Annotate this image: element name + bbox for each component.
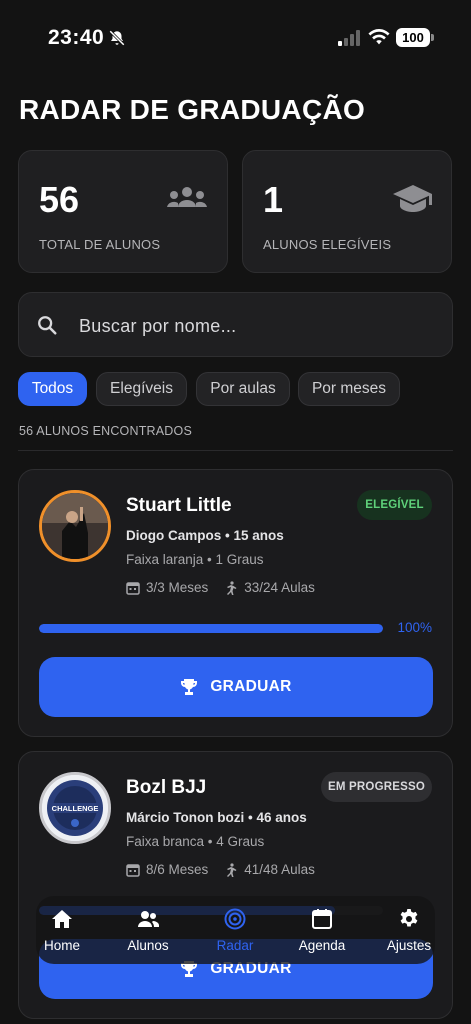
- avatar-logo-text: CHALLENGE: [52, 804, 99, 813]
- filter-chip-elegiveis[interactable]: Elegíveis: [96, 372, 187, 406]
- eligible-students-value: 1: [263, 179, 284, 220]
- nav-label: Alunos: [127, 938, 169, 953]
- radar-icon: [224, 908, 246, 930]
- student-meta: Márcio Tonon bozi • 46 anos: [126, 810, 307, 825]
- progress-percent: 100%: [397, 620, 432, 635]
- calendar-icon: [126, 581, 140, 595]
- results-count: 56 ALUNOS ENCONTRADOS: [19, 424, 192, 438]
- status-time: 23:40: [48, 26, 105, 49]
- total-students-value: 56: [39, 179, 80, 220]
- student-belt: Faixa branca • 4 Graus: [126, 834, 265, 849]
- nav-item-home[interactable]: Home: [27, 896, 97, 964]
- months-count: 3/3 Meses: [146, 580, 209, 595]
- nav-label: Agenda: [298, 938, 346, 953]
- filter-chip-por-aulas[interactable]: Por aulas: [196, 372, 290, 406]
- avatar: CHALLENGE: [39, 772, 111, 844]
- filter-chip-por-meses[interactable]: Por meses: [298, 372, 400, 406]
- martial-arts-icon: [227, 862, 237, 877]
- users-icon: [138, 911, 159, 927]
- home-icon: [52, 910, 72, 928]
- progress-bar: [39, 624, 383, 633]
- nav-item-alunos[interactable]: Alunos: [113, 896, 183, 964]
- search-box[interactable]: [18, 292, 453, 357]
- trophy-icon: [181, 679, 198, 695]
- student-belt: Faixa laranja • 1 Graus: [126, 552, 264, 567]
- divider: [18, 450, 453, 451]
- status-badge: EM PROGRESSO: [321, 772, 432, 802]
- eligible-students-label: ALUNOS ELEGÍVEIS: [263, 237, 392, 252]
- eligible-students-card: 1 ALUNOS ELEGÍVEIS: [242, 150, 452, 273]
- student-name: Bozl BJJ: [126, 777, 207, 798]
- student-card[interactable]: CHALLENGE Bozl BJJ EM PROGRESSO Márcio T…: [18, 751, 453, 1019]
- status-badge: ELEGÍVEL: [357, 490, 432, 520]
- bell-off-icon: [109, 30, 125, 46]
- calendar-icon: [126, 863, 140, 877]
- student-card[interactable]: Stuart Little ELEGÍVEL Diogo Campos • 15…: [18, 469, 453, 737]
- total-students-label: TOTAL DE ALUNOS: [39, 237, 161, 252]
- signal-icon: [338, 30, 360, 46]
- graduate-button[interactable]: GRADUAR: [39, 657, 433, 717]
- classes-count: 41/48 Aulas: [244, 862, 315, 877]
- student-name: Stuart Little: [126, 495, 232, 516]
- nav-item-ajustes[interactable]: Ajustes: [374, 896, 444, 964]
- nav-item-radar[interactable]: Radar: [200, 896, 270, 964]
- nav-item-agenda[interactable]: Agenda: [287, 896, 357, 964]
- battery-indicator: 100: [396, 28, 434, 47]
- users-icon: [167, 187, 207, 207]
- page-title: RADAR DE GRADUAÇÃO: [19, 94, 366, 125]
- nav-label: Home: [43, 938, 80, 953]
- status-bar: 23:40 100: [0, 0, 471, 70]
- student-meta: Diogo Campos • 15 anos: [126, 528, 284, 543]
- classes-count: 33/24 Aulas: [244, 580, 315, 595]
- search-input[interactable]: [79, 313, 419, 339]
- student-stats: 3/3 Meses 33/24 Aulas: [126, 580, 315, 595]
- gear-icon: [400, 909, 418, 927]
- progress-fill: [39, 624, 383, 633]
- calendar-icon: [312, 909, 332, 929]
- nav-label: Radar: [216, 938, 254, 953]
- martial-arts-icon: [227, 580, 237, 595]
- filter-chip-todos[interactable]: Todos: [18, 372, 87, 406]
- graduation-cap-icon: [393, 185, 432, 212]
- student-stats: 8/6 Meses 41/48 Aulas: [126, 862, 315, 877]
- graduate-button-label: GRADUAR: [210, 678, 292, 695]
- search-icon: [38, 316, 57, 335]
- total-students-card: 56 TOTAL DE ALUNOS: [18, 150, 228, 273]
- months-count: 8/6 Meses: [146, 862, 209, 877]
- bottom-nav: Home Alunos Radar Agenda Ajustes: [36, 896, 435, 964]
- wifi-icon: [368, 29, 390, 45]
- nav-label: Ajustes: [386, 938, 432, 953]
- avatar: [39, 490, 111, 562]
